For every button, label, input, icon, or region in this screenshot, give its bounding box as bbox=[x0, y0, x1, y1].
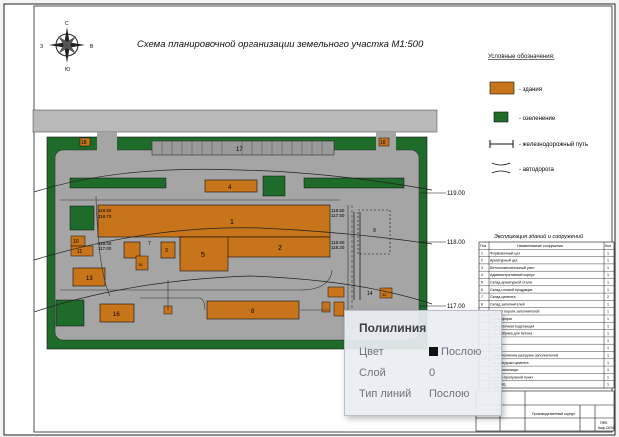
explication-cell-name: Склад цемента bbox=[490, 295, 515, 299]
tooltip-color-text: Послою bbox=[441, 346, 482, 358]
explication-cell-count: 1 bbox=[607, 302, 609, 306]
explication-cell-count: 2 bbox=[607, 295, 609, 299]
building-13-label: 13 bbox=[86, 276, 93, 282]
explication-cell-count: 1 bbox=[607, 339, 609, 343]
elev-label-1: 118.70 bbox=[98, 214, 112, 219]
explication-cell-count: 1 bbox=[607, 288, 609, 292]
building-1-label: 1 bbox=[230, 219, 234, 226]
elev-mark-118: 118.00 bbox=[447, 240, 466, 246]
explication-cell-pos: 3 bbox=[481, 266, 483, 270]
green-square bbox=[262, 175, 286, 197]
building-7-label: 7 bbox=[148, 241, 151, 247]
stamp-title: Производственный корпус bbox=[532, 412, 575, 416]
explication-header-pos: Поз bbox=[480, 244, 487, 248]
building-5-label: 5 bbox=[201, 252, 205, 259]
tooltip-linetype-value: Послою bbox=[429, 388, 470, 400]
building-12-label: 12 bbox=[382, 292, 387, 297]
legend-green-label: - озеленение bbox=[519, 116, 556, 122]
explication-cell-count: 1 bbox=[607, 324, 609, 328]
tooltip-layer-value: 0 bbox=[429, 367, 436, 379]
tooltip-title: Полилиния bbox=[359, 321, 427, 335]
building-17[interactable] bbox=[151, 140, 335, 156]
building-18-right-label: 18 bbox=[380, 140, 386, 146]
legend-road-label: - автодорога bbox=[519, 167, 555, 173]
tooltip-layer-label: Слой bbox=[359, 367, 386, 379]
tooltip-color-value: Послою bbox=[429, 346, 481, 358]
tooltip-color-label: Цвет bbox=[359, 346, 384, 358]
building-17-label: 17 bbox=[236, 147, 243, 153]
explication-cell-count: 1 bbox=[607, 346, 609, 350]
properties-tooltip: Полилиния Цвет Послою Слой 0 Тип линий П… bbox=[344, 310, 502, 416]
building-14-label: 14 bbox=[367, 291, 373, 297]
explication-cell-count: 1 bbox=[607, 361, 609, 365]
building-16-label: 16 bbox=[113, 312, 120, 318]
legend-building-swatch bbox=[489, 81, 515, 95]
compass-south-label: Ю bbox=[65, 67, 70, 73]
compass-north-label: С bbox=[65, 21, 69, 27]
building-3[interactable] bbox=[160, 241, 176, 259]
green-patch-left bbox=[69, 205, 95, 231]
explication-cell-pos: 6 bbox=[481, 288, 483, 292]
explication-header-name: Наименование сооружения bbox=[517, 244, 563, 248]
site-road-top bbox=[32, 109, 438, 133]
explication-cell-count: 1 bbox=[607, 259, 609, 263]
building-14[interactable] bbox=[327, 286, 345, 298]
elev-label-7: 118.20 bbox=[331, 245, 345, 250]
explication-cell-name: Арматурный цех bbox=[490, 259, 518, 263]
explication-cell-name: Склад арматурной стали bbox=[490, 281, 532, 285]
explication-cell-count: 1 bbox=[607, 332, 609, 336]
stamp-sheet: ПФБ bbox=[600, 421, 608, 425]
explication-cell-pos: 7 bbox=[481, 295, 483, 299]
explication-cell-name: Склад заполнителей bbox=[490, 302, 525, 306]
explication-cell-count: 1 bbox=[607, 310, 609, 314]
explication-header-count: Кол bbox=[605, 244, 611, 248]
legend-railway-label: - железнодорожный путь bbox=[519, 141, 588, 148]
explication-cell-pos: 8 bbox=[481, 302, 483, 306]
legend-building-label: - здания bbox=[519, 87, 542, 93]
legend-title: Условные обозначения: bbox=[488, 54, 555, 60]
building-10-label: 10 bbox=[73, 239, 79, 245]
explication-cell-name: Формовочный цех bbox=[490, 251, 520, 255]
explication-cell-pos: 4 bbox=[481, 273, 483, 277]
explication-cell-name: Административный корпус bbox=[490, 273, 535, 277]
building-3-label: 3 bbox=[165, 248, 168, 254]
explication-cell-count: 1 bbox=[607, 251, 609, 255]
explication-cell-name: Бетоносмесительный узел bbox=[490, 266, 534, 270]
building-9-label: 9 bbox=[373, 228, 376, 234]
building-11-label: 11 bbox=[77, 249, 82, 255]
building-18-left-label: 18 bbox=[81, 140, 87, 146]
explication-cell-pos: 5 bbox=[481, 281, 483, 285]
drawing-canvas[interactable]: С Ю З В Схема планировочной организации … bbox=[0, 0, 619, 437]
explication-cell-name: Склад готовой продукции bbox=[490, 288, 532, 292]
elev-label-3: 117.00 bbox=[98, 246, 112, 251]
explication-cell-count: 1 bbox=[607, 383, 609, 387]
building-1[interactable] bbox=[97, 204, 331, 238]
explication-cell-count: 1 bbox=[607, 317, 609, 321]
explication-cell-count: 1 bbox=[607, 375, 609, 379]
tooltip-linetype-label: Тип линий bbox=[359, 388, 412, 400]
building-7[interactable] bbox=[123, 241, 141, 259]
elev-label-0: 118.50 bbox=[98, 208, 112, 213]
building-15-label: 15 bbox=[138, 262, 143, 267]
explication-cell-pos: 1 bbox=[481, 251, 483, 255]
explication-cell-count: 1 bbox=[607, 273, 609, 277]
legend-green-swatch bbox=[493, 111, 509, 123]
stamp-code: Каф.СКЗИ bbox=[598, 426, 615, 430]
explication-cell-pos: 2 bbox=[481, 259, 483, 263]
building-2-label: 2 bbox=[278, 245, 282, 252]
explication-cell-count: 1 bbox=[607, 266, 609, 270]
elev-mark-119: 119.00 bbox=[447, 191, 466, 197]
explication-cell-count: 1 bbox=[607, 368, 609, 372]
elev-label-5: 117.50 bbox=[331, 213, 345, 218]
explication-cell-count: 1 bbox=[607, 354, 609, 358]
drawing-title: Схема планировочной организации земельно… bbox=[137, 39, 424, 50]
compass-west-label: З bbox=[40, 44, 43, 50]
color-swatch-icon bbox=[429, 347, 438, 356]
explication-title: Экспликация зданий и сооружений bbox=[494, 233, 583, 240]
explication-cell-count: 1 bbox=[607, 281, 609, 285]
